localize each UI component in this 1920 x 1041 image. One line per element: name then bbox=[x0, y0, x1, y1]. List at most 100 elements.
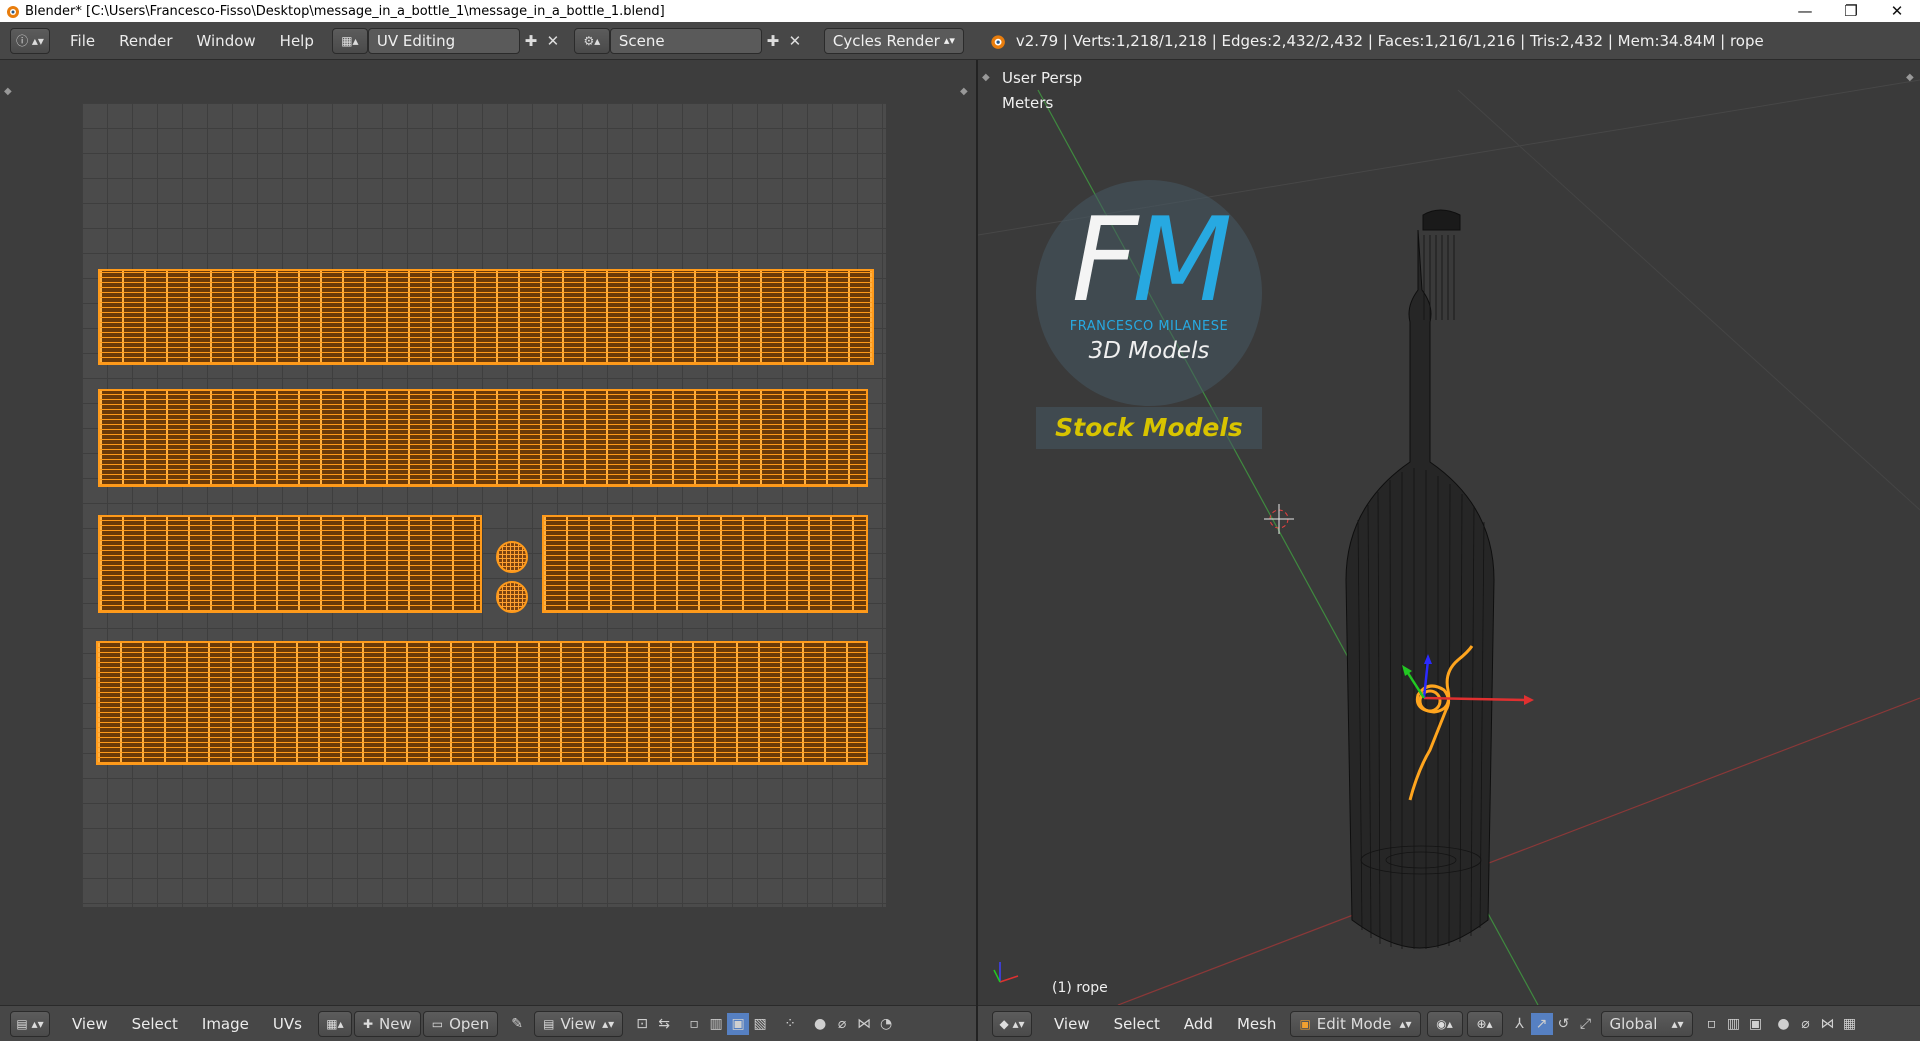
pivot-icon: ⊕▴ bbox=[1476, 1016, 1493, 1031]
orientation-dropdown[interactable]: Global ▴▾ bbox=[1600, 1010, 1693, 1037]
edge-select-icon[interactable]: ▥ bbox=[1723, 1013, 1745, 1035]
uv-island-cap-2[interactable] bbox=[496, 581, 528, 613]
view-mode-dropdown[interactable]: ▤ View ▴▾ bbox=[534, 1010, 624, 1037]
pin-icon[interactable]: ✎ bbox=[506, 1013, 528, 1035]
toolshelf-toggle-icon[interactable]: ◆ bbox=[4, 86, 12, 97]
shading-dropdown[interactable]: ◉▴ bbox=[1426, 1010, 1463, 1037]
menu-select[interactable]: Select bbox=[1102, 1015, 1172, 1033]
face-select-icon[interactable]: ▣ bbox=[1745, 1013, 1767, 1035]
image-browse-button[interactable]: ▦▴ bbox=[317, 1010, 352, 1037]
open-image-label: Open bbox=[449, 1014, 490, 1033]
uv-image-editor[interactable]: ◆ ◆ bbox=[0, 60, 976, 1005]
uv-island-cap-1[interactable] bbox=[496, 541, 528, 573]
menu-view[interactable]: View bbox=[1042, 1015, 1102, 1033]
snap-icon[interactable]: ⌀ bbox=[831, 1013, 853, 1035]
dropdown-arrows-icon: ▴▾ bbox=[1399, 1016, 1412, 1031]
axis-gizmo-icon bbox=[993, 962, 1019, 983]
editor-type-info-button[interactable]: ⓘ ▴▾ bbox=[10, 27, 50, 54]
rotate-manipulator-icon[interactable]: ↺ bbox=[1553, 1013, 1575, 1035]
remove-scene-icon[interactable]: ✕ bbox=[784, 30, 806, 52]
render-display-icon[interactable]: ◔ bbox=[875, 1013, 897, 1035]
render-engine-dropdown[interactable]: Cycles Render ▴▾ bbox=[823, 27, 964, 54]
menu-select[interactable]: Select bbox=[120, 1015, 190, 1033]
menu-mesh[interactable]: Mesh bbox=[1225, 1015, 1289, 1033]
render-opengl-icon[interactable]: ▦ bbox=[1839, 1013, 1861, 1035]
editor-type-image-button[interactable]: ▤ ▴▾ bbox=[10, 1010, 50, 1037]
info-header: ⓘ ▴▾ File Render Window Help ▦▴ UV Editi… bbox=[0, 22, 1920, 60]
edge-select-icon[interactable]: ▥ bbox=[705, 1013, 727, 1035]
proportional-edit-icon[interactable]: ● bbox=[1773, 1013, 1795, 1035]
menu-file[interactable]: File bbox=[58, 32, 107, 50]
shading-icon: ◉▴ bbox=[1436, 1016, 1453, 1031]
screen-layout-field[interactable]: UV Editing bbox=[367, 27, 520, 54]
toolshelf-toggle-icon[interactable]: ◆ bbox=[982, 72, 990, 83]
manipulator-toggle-icon[interactable]: ⅄ bbox=[1509, 1013, 1531, 1035]
snap-element-icon[interactable]: ⋈ bbox=[1817, 1013, 1839, 1035]
screen-layout-browse-button[interactable]: ▦▴ bbox=[331, 27, 368, 54]
3d-viewport[interactable]: ◆ ◆ User Persp Meters (1) rope FM FRANCE… bbox=[978, 60, 1920, 1005]
sticky-mode-icon[interactable]: ⁘ bbox=[779, 1013, 801, 1035]
pivot-dropdown[interactable]: ⊕▴ bbox=[1466, 1010, 1503, 1037]
island-select-icon[interactable]: ▧ bbox=[749, 1013, 771, 1035]
add-scene-icon[interactable]: ✚ bbox=[762, 30, 784, 52]
x-axis-line bbox=[1117, 697, 1920, 1005]
close-button[interactable]: ✕ bbox=[1874, 0, 1920, 22]
window-title: Blender* [C:\Users\Francesco-Fisso\Deskt… bbox=[25, 3, 665, 19]
uv-island-5[interactable] bbox=[96, 641, 868, 765]
vertex-select-icon[interactable]: ▫ bbox=[1701, 1013, 1723, 1035]
view-mode-label: View bbox=[560, 1014, 597, 1033]
translate-manipulator-icon[interactable]: ↗ bbox=[1530, 1012, 1553, 1035]
snap-element-icon[interactable]: ⋈ bbox=[853, 1013, 875, 1035]
scale-manipulator-icon[interactable]: ⤢ bbox=[1575, 1013, 1597, 1035]
uv-island-4[interactable] bbox=[542, 515, 868, 613]
sync-selection-icon[interactable]: ⇆ bbox=[653, 1013, 675, 1035]
open-image-button[interactable]: ▭ Open bbox=[422, 1010, 499, 1037]
cube-icon: ◆ ▴▾ bbox=[999, 1016, 1025, 1031]
menu-window[interactable]: Window bbox=[185, 32, 268, 50]
watermark-tagline: 3D Models bbox=[1088, 338, 1210, 364]
folder-icon: ▭ bbox=[431, 1016, 444, 1031]
remove-layout-icon[interactable]: ✕ bbox=[542, 30, 564, 52]
mode-dropdown[interactable]: ▣ Edit Mode ▴▾ bbox=[1290, 1010, 1421, 1037]
menu-render[interactable]: Render bbox=[107, 32, 184, 50]
blender-logo-icon bbox=[991, 34, 1005, 49]
mode-label: Edit Mode bbox=[1316, 1014, 1392, 1033]
scene-field[interactable]: Scene bbox=[609, 27, 762, 54]
menu-add[interactable]: Add bbox=[1172, 1015, 1225, 1033]
uv-island-1[interactable] bbox=[98, 269, 874, 365]
maximize-button[interactable]: ❐ bbox=[1828, 0, 1874, 22]
pivot-icon[interactable]: ⊡ bbox=[631, 1013, 653, 1035]
properties-toggle-icon[interactable]: ◆ bbox=[1906, 72, 1914, 83]
3d-cursor-icon bbox=[1264, 504, 1294, 534]
menu-view[interactable]: View bbox=[60, 1015, 120, 1033]
menu-help[interactable]: Help bbox=[268, 32, 326, 50]
scene-browse-button[interactable]: ⚙▴ bbox=[573, 27, 610, 54]
window-titlebar: Blender* [C:\Users\Francesco-Fisso\Deskt… bbox=[0, 0, 1920, 22]
scene-icon: ⚙▴ bbox=[583, 33, 601, 48]
proportional-edit-icon[interactable]: ● bbox=[809, 1013, 831, 1035]
edit-mode-icon: ▣ bbox=[1299, 1016, 1311, 1031]
uv-island-2[interactable] bbox=[98, 389, 868, 487]
menu-image[interactable]: Image bbox=[190, 1015, 261, 1033]
render-engine-label: Cycles Render bbox=[832, 31, 940, 50]
snap-icon[interactable]: ⌀ bbox=[1795, 1013, 1817, 1035]
add-layout-icon[interactable]: ✚ bbox=[520, 30, 542, 52]
scene-stats: v2.79 | Verts:1,218/1,218 | Edges:2,432/… bbox=[1015, 31, 1764, 50]
plus-icon: ✚ bbox=[362, 1016, 373, 1031]
face-select-icon[interactable]: ▣ bbox=[727, 1012, 750, 1035]
new-image-button[interactable]: ✚ New bbox=[353, 1010, 421, 1037]
uv-grid[interactable] bbox=[82, 103, 886, 907]
menu-uvs[interactable]: UVs bbox=[261, 1015, 314, 1033]
properties-toggle-icon[interactable]: ◆ bbox=[960, 86, 968, 97]
screen-layout-name: UV Editing bbox=[376, 31, 456, 50]
editor-type-3d-button[interactable]: ◆ ▴▾ bbox=[992, 1010, 1032, 1037]
image-browse-icon: ▦▴ bbox=[326, 1016, 344, 1031]
watermark-logo: FM FRANCESCO MILANESE 3D Models bbox=[1036, 180, 1262, 406]
scene-name: Scene bbox=[618, 31, 665, 50]
vertex-select-icon[interactable]: ▫ bbox=[683, 1013, 705, 1035]
minimize-button[interactable]: — bbox=[1782, 0, 1828, 22]
info-icon: ⓘ ▴▾ bbox=[16, 34, 44, 48]
blender-logo-icon bbox=[7, 6, 19, 18]
layout-grid-icon: ▦▴ bbox=[341, 33, 359, 48]
uv-island-3[interactable] bbox=[98, 515, 482, 613]
